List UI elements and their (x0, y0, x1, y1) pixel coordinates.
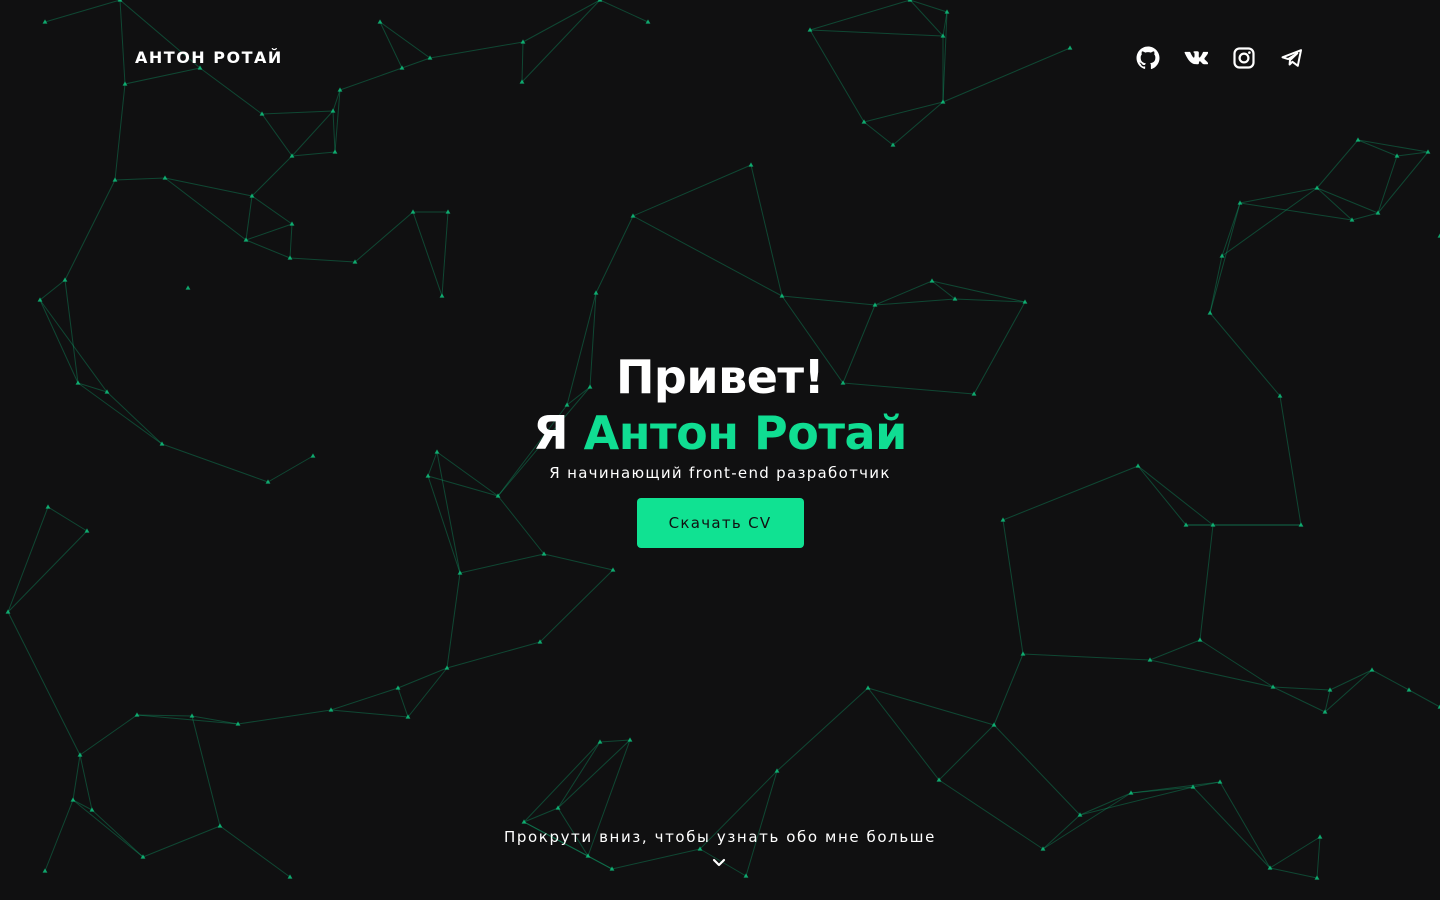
scroll-hint-text: Прокрути вниз, чтобы узнать обо мне боль… (504, 828, 936, 846)
hero-intro: Я Антон Ротай (0, 404, 1440, 462)
github-icon[interactable] (1136, 46, 1160, 70)
instagram-icon[interactable] (1232, 46, 1256, 70)
hero-greeting: Привет! (615, 350, 825, 404)
hero-section: Привет! Я Антон Ротай Я начинающий front… (0, 350, 1440, 548)
hero-subtitle: Я начинающий front-end разработчик (549, 464, 891, 482)
hero-intro-prefix: Я (533, 406, 569, 460)
social-links (1136, 46, 1304, 70)
chevron-down-icon[interactable] (712, 858, 726, 868)
brand-logo[interactable]: АНТОН РОТАЙ (135, 48, 283, 67)
download-cv-button[interactable]: Скачать CV (636, 498, 804, 548)
telegram-icon[interactable] (1280, 46, 1304, 70)
hero-name: Антон Ротай (583, 406, 908, 460)
vk-icon[interactable] (1184, 46, 1208, 70)
